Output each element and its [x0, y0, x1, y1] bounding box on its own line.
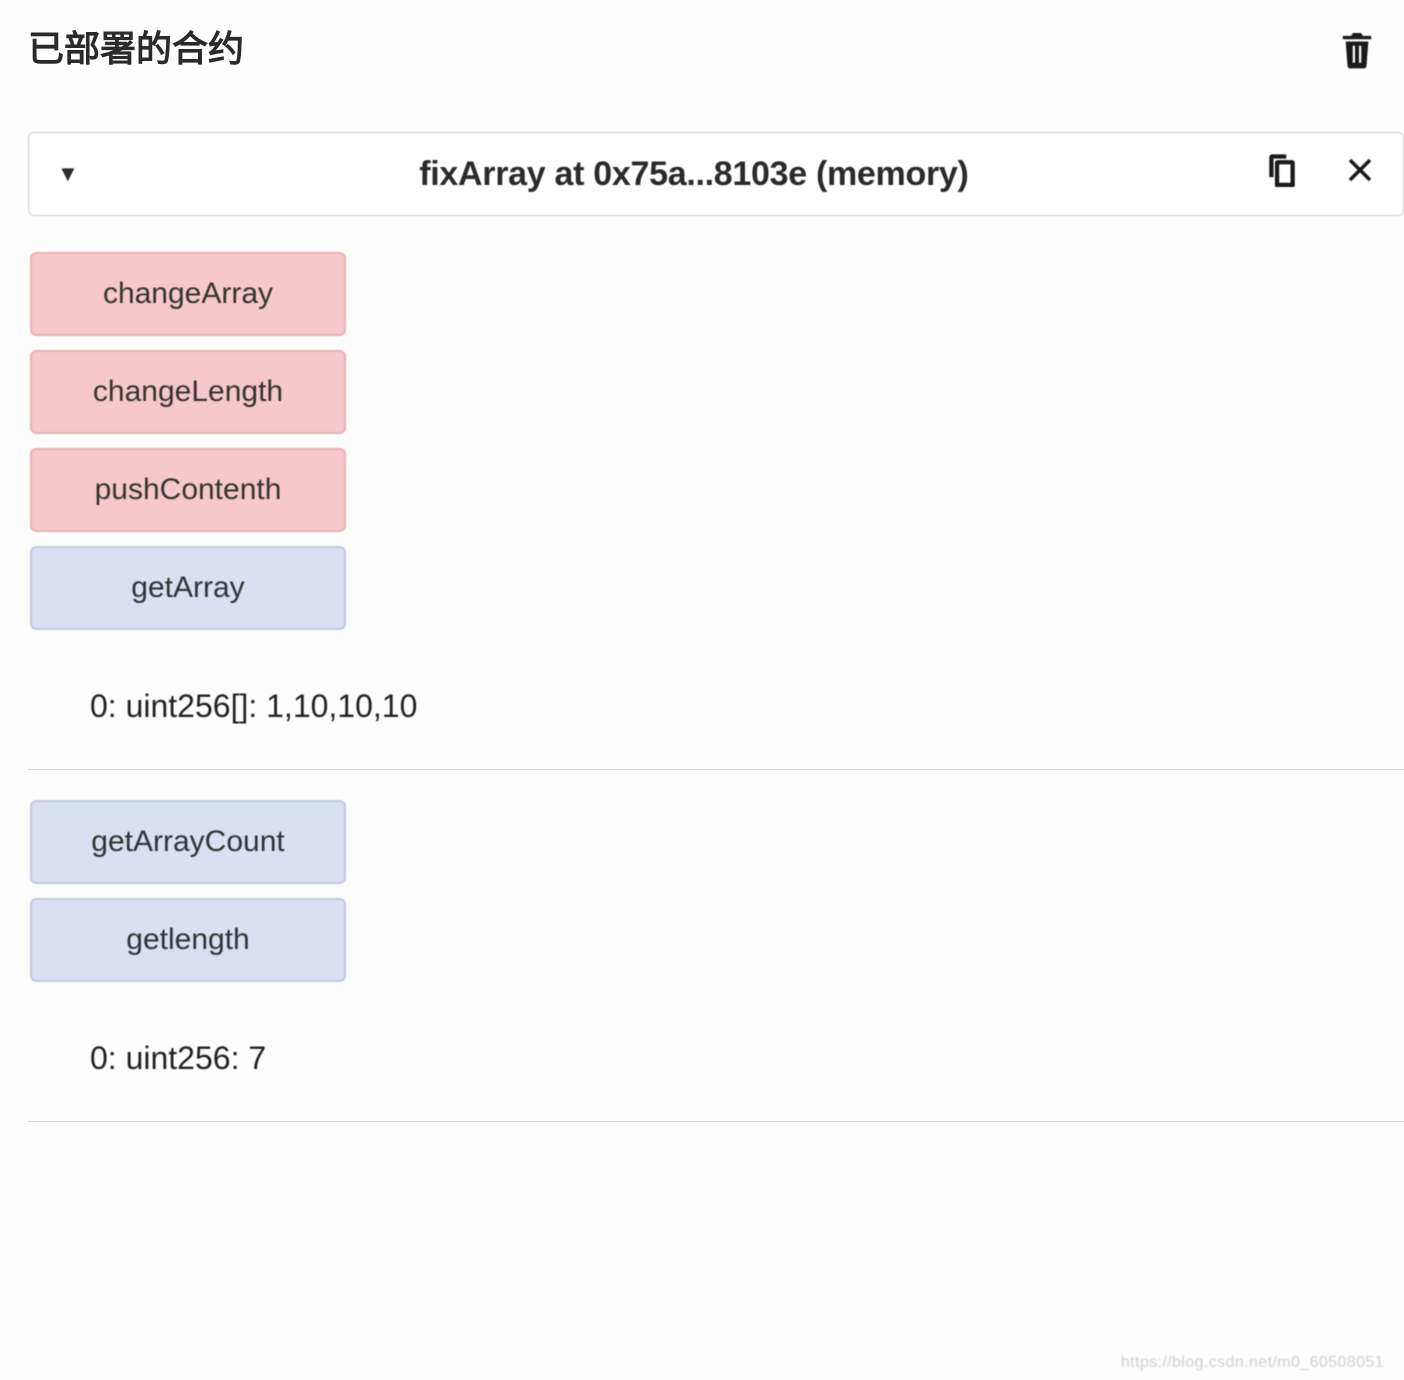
section-title: 已部署的合约 [28, 20, 244, 72]
divider [28, 769, 1404, 770]
contract-header[interactable]: ▼ fixArray at 0x75a...8103e (memory) [28, 132, 1404, 216]
watermark: https://blog.csdn.net/m0_60508051 [1121, 1354, 1384, 1372]
changeLength-button[interactable]: changeLength [30, 350, 346, 434]
result-getlength: 0: uint256: 7 [28, 996, 1404, 1121]
changeArray-button[interactable]: changeArray [30, 252, 346, 336]
contract-title: fixArray at 0x75a...8103e (memory) [123, 155, 1265, 194]
close-icon[interactable] [1345, 155, 1375, 194]
copy-icon[interactable] [1265, 153, 1299, 195]
getArray-button[interactable]: getArray [30, 546, 346, 630]
divider [28, 1121, 1404, 1122]
getlength-button[interactable]: getlength [30, 898, 346, 982]
pushContenth-button[interactable]: pushContenth [30, 448, 346, 532]
chevron-down-icon[interactable]: ▼ [57, 161, 79, 187]
getArrayCount-button[interactable]: getArrayCount [30, 800, 346, 884]
result-getArray: 0: uint256[]: 1,10,10,10 [28, 644, 1404, 769]
trash-icon[interactable] [1340, 30, 1374, 80]
